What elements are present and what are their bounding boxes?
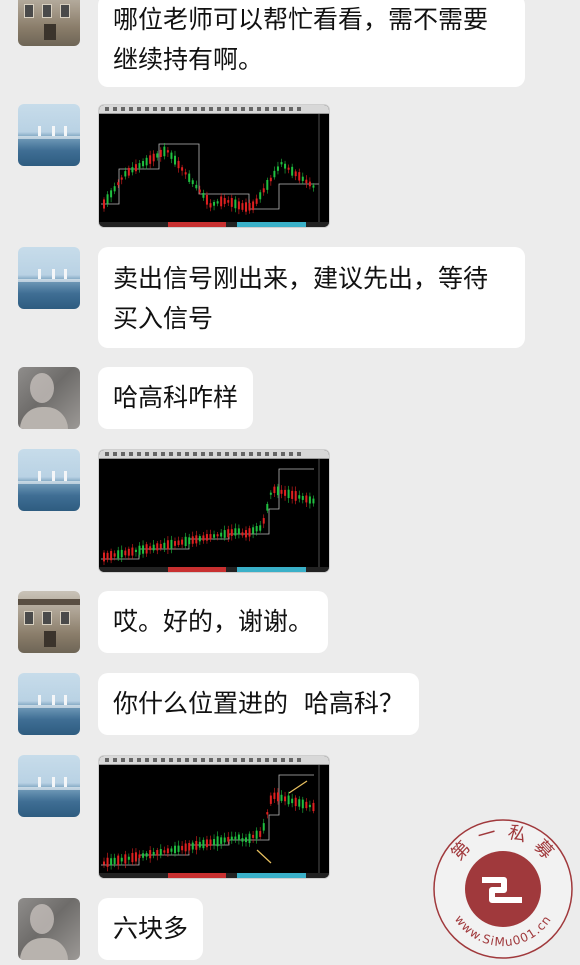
message-bubble[interactable]: 你什么位置进的 哈高科？ (98, 673, 419, 735)
message-text: 你什么位置进的 哈高科？ (113, 689, 404, 718)
avatar[interactable] (18, 367, 80, 429)
chart-toolbar (99, 756, 329, 765)
avatar[interactable] (18, 898, 80, 960)
avatar[interactable] (18, 755, 80, 817)
message-bubble[interactable]: 哎。好的，谢谢。 (98, 591, 329, 653)
message-bubble[interactable]: 六块多 (98, 898, 204, 960)
message-text: 哈高科咋样 (113, 383, 239, 412)
message-text: 买入信号 (113, 304, 214, 333)
message-text: 卖出信号刚出来，建议先出，等待 (113, 264, 489, 293)
chart-image-message[interactable] (98, 449, 330, 573)
message-bubble[interactable]: 卖出信号刚出来，建议先出，等待 买入信号 (98, 247, 525, 348)
chart-toolbar (99, 105, 329, 114)
chart-image-message[interactable] (98, 104, 330, 228)
candlestick-chart (101, 459, 320, 569)
message-text: 继续持有啊。 (113, 45, 264, 74)
message-text: 六块多 (113, 914, 189, 943)
chart-toolbar (99, 450, 329, 459)
avatar[interactable] (18, 449, 80, 511)
message-bubble[interactable]: 哪位老师可以帮忙看看，需不需要 继续持有啊。 (98, 0, 525, 87)
message-text: 哎。好的，谢谢。 (113, 607, 314, 636)
candlestick-chart (101, 114, 320, 224)
candlestick-chart (101, 765, 320, 875)
avatar[interactable] (18, 673, 80, 735)
message-text: 哪位老师可以帮忙看看，需不需要 (113, 5, 489, 34)
avatar[interactable] (18, 0, 80, 46)
message-bubble[interactable]: 哈高科咋样 (98, 367, 254, 429)
watermark-logo: 第 一 私 募 www.SiMu001.cn (433, 819, 573, 959)
avatar[interactable] (18, 591, 80, 653)
chart-image-message[interactable] (98, 755, 330, 879)
avatar[interactable] (18, 247, 80, 309)
avatar[interactable] (18, 104, 80, 166)
